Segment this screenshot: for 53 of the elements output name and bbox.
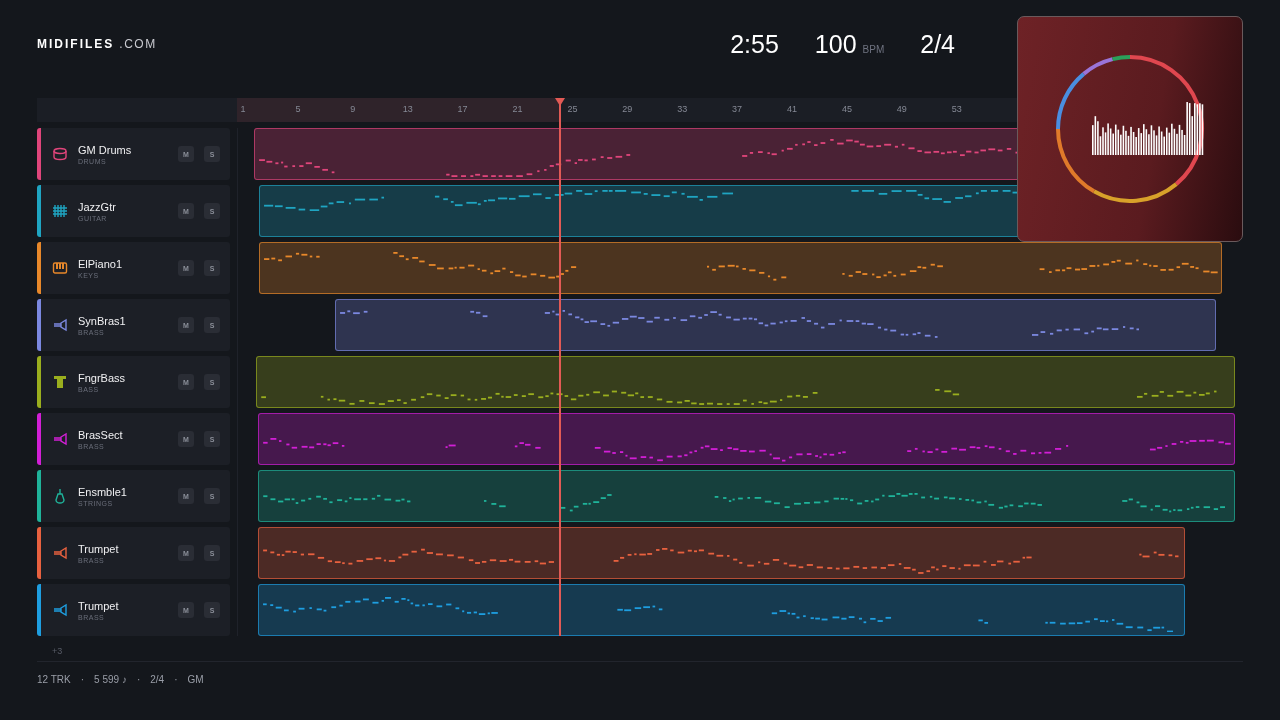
track-name: SynBras1 [78,314,127,327]
stat-text: 2/4 [150,674,165,685]
bar-number: 5 [295,104,301,114]
horn-icon [52,431,68,447]
track-name: ElPiano1 [78,257,124,270]
track-name: Ensmble1 [78,485,128,498]
track-name: FngrBass [78,371,127,384]
midi-clip[interactable] [258,584,1185,636]
stat-text: GM [187,674,204,685]
time-signature: 2/4 [920,29,955,59]
drum-icon [52,146,68,162]
horn-icon [52,317,68,333]
bar-number: 1 [240,104,246,114]
brand-name: MIDIFILES [37,37,115,51]
tempo-unit: BPM [862,43,885,55]
bar-number: 25 [567,104,578,114]
bar-number: 49 [896,104,907,114]
stat-text: 5 599 ♪ [94,674,127,685]
bar-number: 33 [677,104,688,114]
midi-clip[interactable] [334,299,1216,351]
separator-dot: · [80,674,85,685]
track-name: Trumpet [78,542,120,555]
track-name: GM Drums [78,143,133,156]
bar-number: 29 [622,104,633,114]
midi-clip[interactable] [259,242,1222,294]
horn-icon [52,602,68,618]
song-time: 2:55 [730,29,779,59]
midi-clip[interactable] [256,356,1235,408]
separator-dot: · [136,674,141,685]
brand-suffix: .COM [119,37,157,51]
violin-icon [52,488,68,504]
bar-number: 21 [512,104,523,114]
midi-clip[interactable] [258,470,1235,522]
more-tracks-count[interactable]: +3 [52,646,1243,656]
separator-dot: · [174,674,178,685]
tempo-value: 100 [814,29,857,58]
track-name: Trumpet [78,599,120,612]
midi-clip[interactable] [258,413,1235,465]
piano-keys-icon [52,260,68,276]
bar-number: 41 [787,104,797,114]
track-name: JazzGtr [78,200,117,213]
track-name: BrasSect [78,428,124,441]
midi-clip[interactable] [258,527,1185,579]
bar-number: 13 [402,104,413,114]
bar-number: 17 [457,104,468,114]
horn-icon [52,545,68,561]
bar-number: 9 [350,104,356,114]
bar-number: 53 [951,104,962,114]
bass-icon [52,374,68,390]
grid-icon [52,203,68,219]
bar-number: 45 [841,104,852,114]
bar-number: 37 [732,104,743,114]
stat-text: 12 TRK [37,674,71,685]
